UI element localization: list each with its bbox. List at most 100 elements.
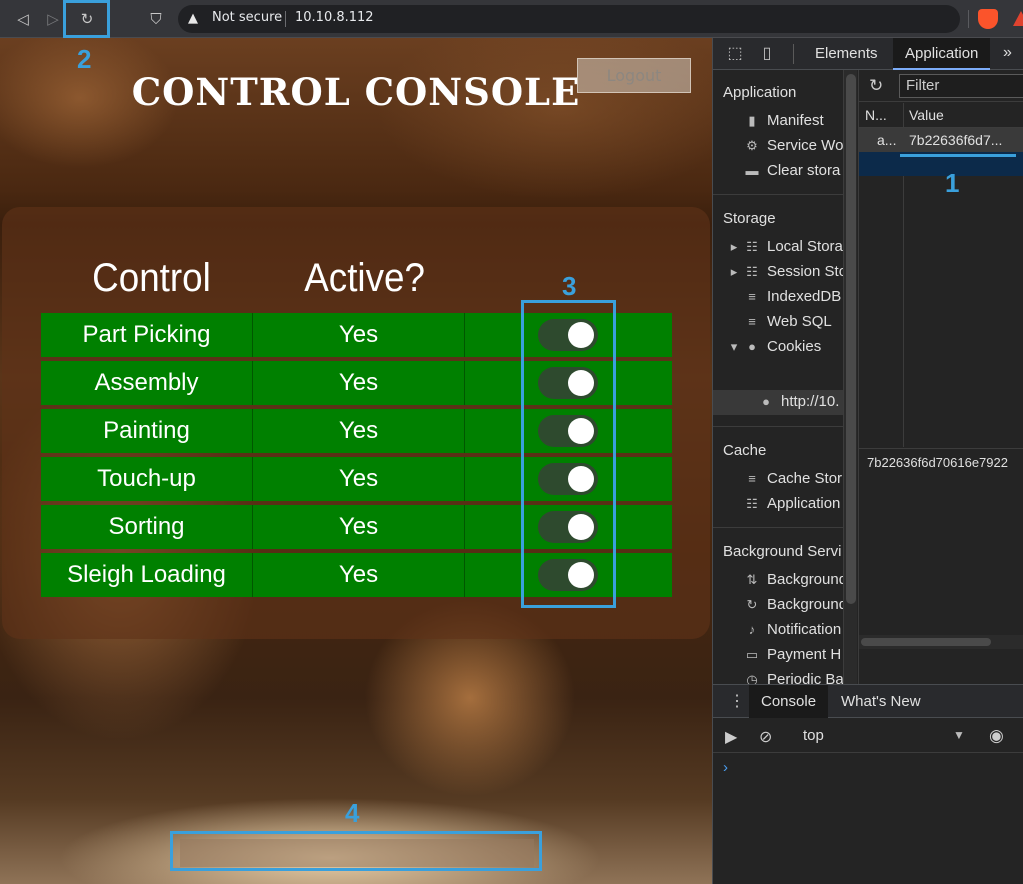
back-icon[interactable]: ◁ bbox=[13, 9, 33, 29]
brave-shield-icon[interactable] bbox=[978, 9, 998, 29]
forward-icon[interactable]: ▷ bbox=[43, 9, 63, 29]
sidebar-item-clear-storage[interactable]: ▬ Clear stora bbox=[743, 160, 841, 182]
refresh-icon[interactable]: ↻ bbox=[869, 76, 883, 96]
sidebar-item-label: Clear stora bbox=[767, 162, 841, 179]
sidebar-item-cache-storage[interactable]: ≡ Cache Stor bbox=[743, 468, 842, 490]
sidebar-item-label: IndexedDB bbox=[767, 288, 842, 305]
sidebar-divider bbox=[713, 426, 843, 427]
devtools-panel: ⬚ ▯ Elements Application » Application ▮… bbox=[712, 38, 1023, 884]
control-name: Assembly bbox=[94, 369, 199, 396]
warning-icon: ▲ bbox=[188, 11, 198, 26]
sidebar-item-label: Cookies bbox=[767, 338, 822, 355]
database-icon: ≡ bbox=[748, 314, 756, 329]
control-active: Yes bbox=[338, 465, 379, 492]
filter-input[interactable]: Filter bbox=[899, 74, 1023, 98]
file-icon: ▮ bbox=[748, 113, 756, 128]
clear-console-icon[interactable]: ⊘ bbox=[759, 727, 772, 747]
table-icon: ☷ bbox=[746, 496, 758, 511]
drawer-menu-icon[interactable]: ⋮ bbox=[729, 691, 745, 711]
sidebar-item-cookies[interactable]: ▾ ● Cookies bbox=[729, 336, 821, 358]
sidebar-item-label: http://10. bbox=[781, 393, 840, 410]
cell-divider bbox=[464, 505, 465, 549]
address-separator bbox=[285, 11, 286, 27]
sidebar-item-local-storage[interactable]: ▸ ☷ Local Stora bbox=[729, 236, 843, 258]
cell-divider bbox=[464, 457, 465, 501]
sidebar-item-session-storage[interactable]: ▸ ☷ Session Sto bbox=[729, 261, 843, 283]
sidebar-item-background-sync[interactable]: ↻ Background bbox=[743, 594, 843, 616]
cookie-icon: ● bbox=[762, 394, 770, 409]
section-application: Application bbox=[723, 84, 797, 101]
sidebar-item-payment-handler[interactable]: ▭ Payment H bbox=[743, 644, 841, 666]
cookie-row[interactable]: a... 7b22636f6d7... bbox=[859, 128, 1023, 152]
column-name-header[interactable]: N... bbox=[865, 107, 887, 123]
scrollbar-thumb[interactable] bbox=[861, 638, 991, 646]
tab-whats-new[interactable]: What's New bbox=[829, 685, 933, 718]
header-active: Active? bbox=[304, 256, 425, 300]
address-bar[interactable]: ▲ Not secure 10.10.8.112 bbox=[178, 5, 960, 33]
sidebar-toggle-icon[interactable]: ▶ bbox=[725, 727, 737, 747]
sidebar-item-web-sql[interactable]: ≡ Web SQL bbox=[743, 311, 832, 333]
cell-divider bbox=[464, 313, 465, 357]
sidebar-item-indexeddb[interactable]: ≡ IndexedDB bbox=[743, 286, 841, 308]
control-name: Sleigh Loading bbox=[67, 561, 226, 588]
annotation-label-4: 4 bbox=[345, 798, 360, 828]
sidebar-scrollbar[interactable] bbox=[843, 70, 857, 684]
sidebar-item-background-fetch[interactable]: ⇅ Background bbox=[743, 569, 843, 591]
horizontal-scrollbar[interactable] bbox=[859, 635, 1023, 649]
control-active: Yes bbox=[338, 561, 379, 588]
sidebar-item-label: Background bbox=[767, 571, 843, 588]
column-value-header[interactable]: Value bbox=[909, 107, 944, 123]
logout-button[interactable]: Logout bbox=[577, 58, 691, 93]
cookie-name: a... bbox=[877, 132, 897, 148]
section-cache: Cache bbox=[723, 442, 767, 459]
context-selector[interactable]: top bbox=[803, 727, 824, 744]
sidebar-item-cookie-origin[interactable]: ● http://10. bbox=[757, 391, 839, 413]
section-storage: Storage bbox=[723, 210, 776, 227]
control-active: Yes bbox=[338, 417, 379, 444]
toolbar-separator bbox=[968, 10, 969, 28]
cookie-table-pane: ↻ Filter N... Value a... 7b22636f6d7... … bbox=[858, 70, 1023, 684]
cell-divider bbox=[464, 409, 465, 453]
sidebar-item-application-cache[interactable]: ☷ Application bbox=[743, 493, 840, 515]
annotation-box-4 bbox=[170, 831, 542, 871]
bookmark-icon[interactable]: ⛉ bbox=[146, 9, 166, 29]
control-name: Touch-up bbox=[97, 465, 196, 492]
cookie-value[interactable]: 7b22636f6d7... bbox=[909, 132, 1002, 148]
sidebar-item-periodic-sync[interactable]: ◷ Periodic Ba bbox=[743, 669, 843, 684]
sidebar-item-label: Cache Stor bbox=[767, 470, 843, 487]
header-control: Control bbox=[92, 256, 211, 300]
sidebar-item-label: Local Stora bbox=[767, 238, 843, 255]
table-icon: ☷ bbox=[746, 264, 758, 279]
brave-rewards-icon[interactable] bbox=[1013, 11, 1023, 26]
collapse-arrow-icon: ▾ bbox=[730, 339, 738, 354]
database-icon: ≡ bbox=[748, 471, 756, 486]
annotation-box-2 bbox=[63, 0, 110, 38]
annotation-label-3: 3 bbox=[562, 271, 577, 301]
eye-icon[interactable]: ◉ bbox=[989, 726, 1004, 746]
expand-arrow-icon: ▸ bbox=[730, 264, 738, 279]
cookie-grid-header: N... Value bbox=[859, 103, 1023, 128]
drawer-tab-bar: ⋮ Console What's New bbox=[713, 685, 1023, 718]
sidebar-item-notifications[interactable]: ♪ Notification bbox=[743, 619, 841, 641]
sidebar-item-manifest[interactable]: ▮ Manifest bbox=[743, 110, 823, 132]
database-icon: ≡ bbox=[748, 289, 756, 304]
dropdown-arrow-icon[interactable]: ▼ bbox=[953, 728, 965, 742]
tab-application[interactable]: Application bbox=[893, 38, 991, 70]
tab-elements[interactable]: Elements bbox=[803, 38, 890, 70]
url-text[interactable]: 10.10.8.112 bbox=[295, 10, 374, 25]
console-prompt[interactable]: › bbox=[723, 759, 728, 776]
annotation-underline-1 bbox=[900, 154, 1016, 157]
filter-toolbar: ↻ Filter bbox=[859, 70, 1023, 102]
control-active: Yes bbox=[338, 321, 379, 348]
expand-arrow-icon: ▸ bbox=[730, 239, 738, 254]
more-tabs-icon[interactable]: » bbox=[1003, 44, 1012, 62]
sidebar-item-service-workers[interactable]: ⚙ Service Wo bbox=[743, 135, 843, 157]
tab-console[interactable]: Console bbox=[749, 685, 829, 718]
bell-icon: ♪ bbox=[748, 622, 756, 637]
trash-icon: ▬ bbox=[745, 163, 759, 178]
scrollbar-thumb[interactable] bbox=[846, 74, 856, 604]
sidebar-item-label: Session Sto bbox=[767, 263, 843, 280]
device-toggle-icon[interactable]: ▯ bbox=[757, 44, 777, 64]
inspect-icon[interactable]: ⬚ bbox=[725, 44, 745, 64]
sidebar-divider bbox=[713, 527, 843, 528]
